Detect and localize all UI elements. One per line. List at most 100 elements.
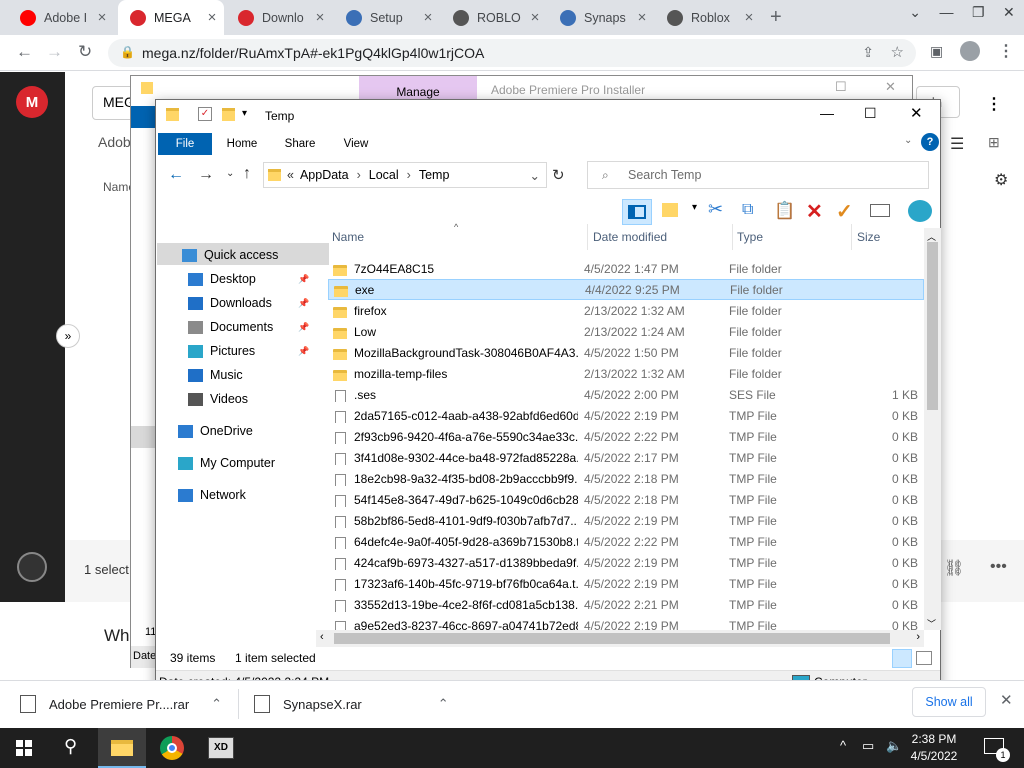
file-row[interactable]: MozillaBackgroundTask-308046B0AF4A3... 4/… — [328, 342, 924, 363]
file-size: 1 KB — [891, 387, 918, 402]
file-row[interactable]: 33552d13-19be-4ce2-8f6f-cd081a5cb138....… — [328, 594, 924, 615]
volume-icon[interactable]: 🔈 — [886, 738, 902, 754]
more-icon[interactable]: ••• — [990, 558, 1007, 576]
bg-maximize-icon[interactable]: ☐ — [835, 79, 847, 95]
show-all-button[interactable]: Show all — [912, 687, 986, 717]
chevron-up-icon[interactable]: ⌃ — [438, 696, 449, 712]
minimize-icon[interactable]: — — [939, 4, 953, 30]
scroll-down-icon[interactable]: ﹀ — [927, 617, 936, 630]
grid-view-icon[interactable]: ⊞ — [988, 134, 1000, 151]
file-row[interactable]: 2f93cb96-9420-4f6a-a76e-5590c34ae33c.t..… — [328, 426, 924, 447]
back-arrow-icon[interactable]: ← — [16, 42, 33, 62]
file-row[interactable]: exe 4/4/2022 9:25 PM File folder — [328, 279, 924, 300]
file-date: 4/5/2022 1:50 PM — [584, 345, 679, 360]
file-row[interactable]: 18e2cb98-9a32-4f35-bd08-2b9acccbb9f9....… — [328, 468, 924, 489]
vertical-scrollbar[interactable]: ︿ ﹀ — [924, 228, 941, 630]
scroll-right-icon[interactable]: › — [916, 631, 920, 643]
file-date: 4/5/2022 2:19 PM — [584, 576, 679, 591]
file-row[interactable]: a9e52ed3-8237-46cc-8697-a04741b72ed8... 4… — [328, 615, 924, 630]
download-item[interactable]: Adobe Premiere Pr....rar ⌃ — [20, 681, 222, 727]
mega-logo[interactable]: M — [16, 86, 48, 118]
close-tab-icon[interactable]: × — [737, 9, 761, 26]
clock-time: 2:38 PM — [911, 732, 957, 746]
folder-icon — [334, 285, 348, 297]
file-type: TMP File — [729, 450, 777, 465]
file-row[interactable]: 7zO44EA8C15 4/5/2022 1:47 PM File folder — [328, 258, 924, 279]
browser-tab[interactable]: Setup × — [334, 0, 440, 35]
file-type: File folder — [729, 261, 782, 276]
browser-tab[interactable]: Adobe I × — [8, 0, 114, 35]
bookmark-star-icon[interactable]: ☆ — [891, 43, 904, 61]
large-icons-view-button[interactable] — [916, 651, 932, 665]
collapse-tabs-icon[interactable]: ⌄ — [909, 4, 921, 30]
restore-icon[interactable]: ❐ — [972, 4, 985, 30]
chrome-menu-icon[interactable]: ⋮ — [998, 41, 1014, 61]
file-icon — [335, 410, 346, 423]
close-tab-icon[interactable]: × — [200, 9, 224, 26]
folder-icon — [333, 306, 347, 318]
horizontal-scroll-thumb[interactable] — [334, 633, 890, 644]
browser-tab-strip: Adobe I × MEGA × Downlo × Setup × ROBLO × Synaps × R… — [0, 0, 1024, 35]
close-tab-icon[interactable]: × — [90, 9, 114, 26]
file-row[interactable]: 54f145e8-3647-49d7-b625-1049c0d6cb28....… — [328, 489, 924, 510]
manage-tab[interactable]: Manage — [359, 76, 477, 101]
close-tab-icon[interactable]: × — [416, 9, 440, 26]
downloads-bar: Adobe Premiere Pr....rar ⌃ SynapseX.rar … — [0, 680, 1024, 728]
close-downloads-icon[interactable]: ✕ — [1000, 691, 1013, 709]
file-row[interactable]: 424caf9b-6973-4327-a517-d1389bbeda9f....… — [328, 552, 924, 573]
file-icon — [335, 599, 346, 612]
scroll-left-icon[interactable]: ‹ — [320, 631, 324, 643]
details-view-button[interactable] — [892, 649, 912, 668]
browser-tab[interactable]: ROBLO × — [441, 0, 547, 35]
file-row[interactable]: 2da57165-c012-4aab-a438-92abfd6ed60d... 4… — [328, 405, 924, 426]
browser-tab[interactable]: Roblox × — [655, 0, 761, 35]
file-row[interactable]: .ses 4/5/2022 2:00 PM SES File 1 KB — [328, 384, 924, 405]
side-panel-icon[interactable]: ▣ — [930, 43, 943, 60]
file-date: 4/5/2022 2:17 PM — [584, 450, 679, 465]
link-icon[interactable]: ⛓ — [944, 558, 964, 578]
file-row[interactable]: firefox 2/13/2022 1:32 AM File folder — [328, 300, 924, 321]
browser-tab[interactable]: MEGA × — [118, 0, 224, 35]
reload-icon[interactable]: ↻ — [78, 42, 92, 62]
mega-menu-icon[interactable]: ⋮ — [986, 94, 1002, 114]
download-item[interactable]: SynapseX.rar ⌃ — [254, 681, 449, 727]
bg-file-tab — [131, 106, 156, 128]
network-icon[interactable]: ▭ — [862, 738, 874, 754]
file-name: exe — [355, 282, 375, 297]
search-icon[interactable]: ⚲ — [64, 736, 77, 757]
chrome-icon[interactable] — [160, 736, 184, 760]
vertical-scroll-thumb[interactable] — [927, 242, 938, 410]
file-row[interactable]: 64defc4e-9a0f-405f-9d28-a369b71530b8.t..… — [328, 531, 924, 552]
start-windows-icon[interactable] — [16, 740, 32, 756]
show-hidden-icons[interactable]: ^ — [840, 738, 846, 753]
file-row[interactable]: 17323af6-140b-45fc-9719-bf76fb0ca64a.t..… — [328, 573, 924, 594]
forward-arrow-icon[interactable]: → — [46, 42, 63, 62]
browser-tab[interactable]: Synaps × — [548, 0, 654, 35]
transfer-icon[interactable] — [17, 552, 47, 582]
expand-sidebar-icon[interactable]: » — [56, 324, 80, 348]
horizontal-scrollbar[interactable]: ‹ › — [316, 630, 924, 647]
file-row[interactable]: 58b2bf86-5ed8-4101-9df9-f030b7afb7d7....… — [328, 510, 924, 531]
roblox-icon — [453, 9, 469, 26]
settings-gear-icon[interactable]: ⚙ — [994, 170, 1008, 190]
file-row[interactable]: mozilla-temp-files 2/13/2022 1:32 AM File … — [328, 363, 924, 384]
close-tab-icon[interactable]: × — [523, 9, 547, 26]
clock[interactable]: 2:38 PM 4/5/2022 — [904, 731, 964, 765]
close-tab-icon[interactable]: × — [308, 9, 332, 26]
chevron-up-icon[interactable]: ⌃ — [211, 696, 222, 712]
file-row[interactable]: 3f41d08e-9302-44ce-ba48-972fad85228a....… — [328, 447, 924, 468]
list-view-icon[interactable]: ☰ — [950, 134, 964, 154]
close-tab-icon[interactable]: × — [630, 9, 654, 26]
share-icon[interactable]: ⇪ — [862, 44, 874, 61]
file-icon — [335, 557, 346, 570]
file-explorer-taskbar-button[interactable] — [98, 728, 146, 768]
file-row[interactable]: Low 2/13/2022 1:24 AM File folder — [328, 321, 924, 342]
url-input[interactable]: 🔒 mega.nz/folder/RuAmxTpA#-ek1PgQ4klGp4l… — [108, 39, 916, 67]
close-icon[interactable]: ✕ — [1003, 4, 1015, 30]
folder-icon — [333, 327, 347, 339]
synapse-x-icon[interactable]: XD — [208, 737, 234, 759]
new-tab-button[interactable]: + — [770, 6, 782, 29]
bg-close-icon[interactable]: ✕ — [885, 79, 896, 95]
profile-avatar[interactable] — [960, 41, 980, 61]
browser-tab[interactable]: Downlo × — [226, 0, 332, 35]
